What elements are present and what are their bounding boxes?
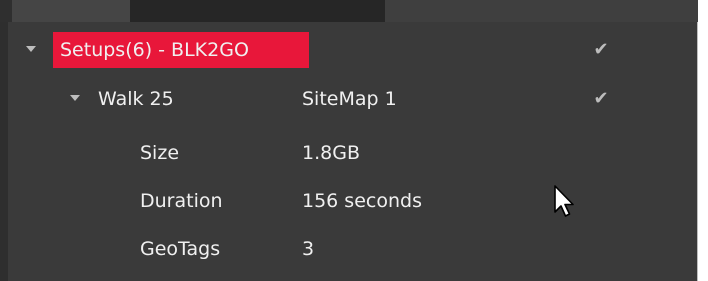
tree-panel: Setups(6) - BLK2GO ✔ Walk 25 SiteMap 1 ✔…	[0, 0, 698, 281]
header-segment	[12, 0, 130, 22]
property-key: Duration	[140, 190, 223, 212]
property-value: 156 seconds	[302, 190, 422, 212]
property-row: Duration 156 seconds	[8, 178, 698, 224]
tree-row-walk[interactable]: Walk 25 SiteMap 1 ✔	[8, 76, 698, 122]
mouse-pointer-icon	[554, 185, 574, 217]
checkmark-icon[interactable]: ✔	[590, 39, 612, 61]
property-row: GeoTags 3	[8, 226, 698, 272]
chevron-down-icon[interactable]	[26, 46, 36, 52]
header-segment[interactable]	[130, 0, 385, 22]
property-value: 1.8GB	[302, 142, 360, 164]
header-segment	[385, 0, 698, 22]
chevron-down-icon[interactable]	[70, 95, 80, 101]
setups-label: Setups(6) - BLK2GO	[60, 39, 249, 61]
walk-label: Walk 25	[98, 88, 174, 110]
tree-row-setups[interactable]: Setups(6) - BLK2GO ✔	[8, 27, 698, 73]
property-key: GeoTags	[140, 238, 221, 260]
property-row: Size 1.8GB	[8, 130, 698, 176]
walk-value: SiteMap 1	[302, 88, 397, 110]
header-segment	[0, 0, 12, 22]
column-header-bar	[0, 0, 698, 22]
property-value: 3	[302, 238, 315, 260]
property-key: Size	[140, 142, 180, 164]
checkmark-icon[interactable]: ✔	[590, 88, 612, 110]
tree-gutter	[0, 22, 8, 281]
